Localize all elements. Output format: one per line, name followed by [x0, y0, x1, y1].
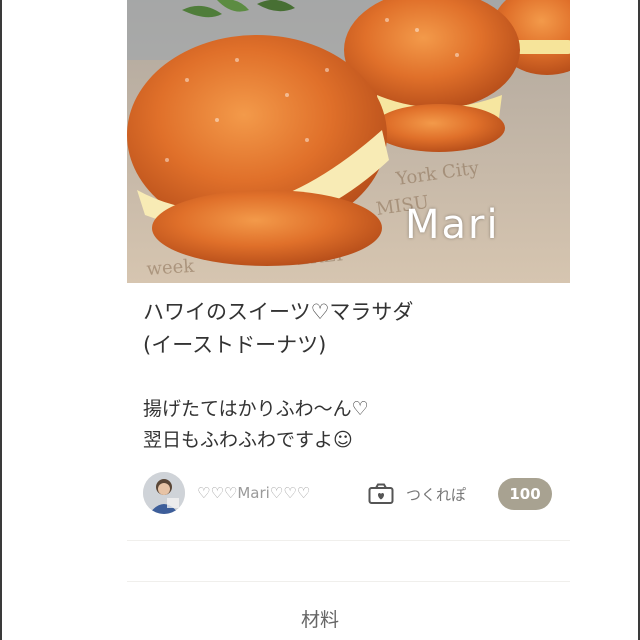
author-name[interactable]: ♡♡♡Mari♡♡♡	[197, 484, 310, 502]
tsukurepo-link[interactable]: つくれぽ	[368, 481, 466, 507]
malasada-photo-illustration: York City MISU EKLY week	[127, 0, 570, 283]
camera-icon	[368, 483, 394, 504]
recipe-photo[interactable]: York City MISU EKLY week Mari	[127, 0, 570, 283]
tsukurepo-label: つくれぽ	[406, 485, 467, 504]
author-row: ♡♡♡Mari♡♡♡ つくれぽ 100	[143, 472, 563, 516]
divider	[127, 581, 570, 582]
recipe-description-line-1: 揚げたてはかりふわ〜ん♡	[143, 398, 369, 420]
recipe-title[interactable]: ハワイのスイーツ♡マラサダ (イーストドーナツ)	[143, 296, 563, 362]
divider	[127, 540, 570, 541]
recipe-description: 揚げたてはかりふわ〜ん♡ 翌日もふわふわですよ☺	[143, 394, 563, 456]
photo-watermark: Mari	[405, 202, 500, 248]
avatar-image	[143, 472, 185, 514]
tsukurepo-count-badge: 100	[498, 478, 552, 510]
recipe-title-line-1: ハワイのスイーツ♡マラサダ	[143, 300, 414, 324]
window-border-left	[0, 0, 2, 640]
ingredients-section-header: 材料	[0, 605, 640, 632]
recipe-description-line-2: 翌日もふわふわですよ☺	[143, 429, 353, 451]
ingredients-section-title: 材料	[300, 609, 339, 631]
author-avatar[interactable]	[143, 472, 185, 514]
svg-text:week: week	[146, 256, 196, 280]
recipe-title-line-2: (イーストドーナツ)	[143, 333, 327, 357]
